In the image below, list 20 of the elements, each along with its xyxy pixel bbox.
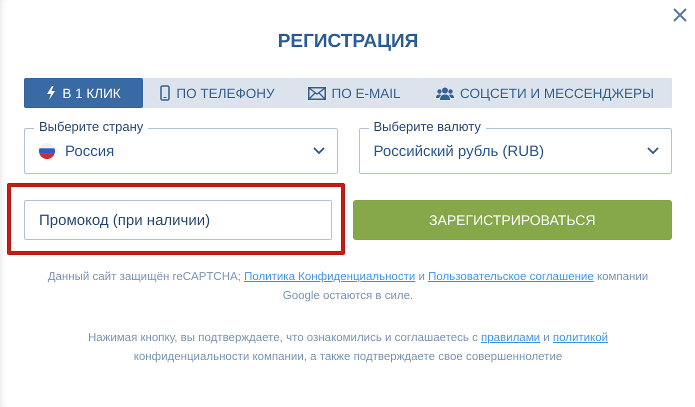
tab[interactable]: В 1 КЛИК bbox=[24, 78, 143, 108]
dialog-title: РЕГИСТРАЦИЯ bbox=[276, 30, 420, 54]
note-text: Данный сайт защищён reCAPTCHA; Политика Конфиденциальности и Пользовательское соглашение компании Google остаются в силе. bbox=[46, 270, 650, 304]
field-label: Выберите валюту bbox=[368, 119, 486, 135]
chevron-down-icon bbox=[647, 147, 659, 155]
promo-code-field[interactable]: Промокод (при наличии) bbox=[24, 200, 332, 240]
chevron-down-icon bbox=[312, 147, 324, 155]
close-icon[interactable] bbox=[673, 8, 687, 22]
phone-icon bbox=[160, 85, 170, 101]
people-icon bbox=[436, 86, 454, 100]
link[interactable]: политикой bbox=[552, 332, 608, 344]
lightning-icon bbox=[46, 86, 56, 100]
register-button[interactable]: ЗАРЕГИСТРИРОВАТЬСЯ bbox=[352, 200, 672, 240]
field-label: Выберите страну bbox=[34, 119, 148, 135]
envelope-icon bbox=[308, 86, 326, 100]
link[interactable]: Политика Конфиденциальности bbox=[244, 271, 416, 283]
note-text: Нажимая кнопку, вы подтверждаете, что ознакомились и соглашаетесь с правилами и политикой конфиденциальности компании, а также подтверждаете свое совершеннолетие bbox=[86, 331, 610, 365]
link[interactable]: правилами bbox=[481, 332, 540, 344]
flag-icon bbox=[39, 143, 55, 159]
link[interactable]: Пользовательское соглашение bbox=[428, 271, 594, 283]
